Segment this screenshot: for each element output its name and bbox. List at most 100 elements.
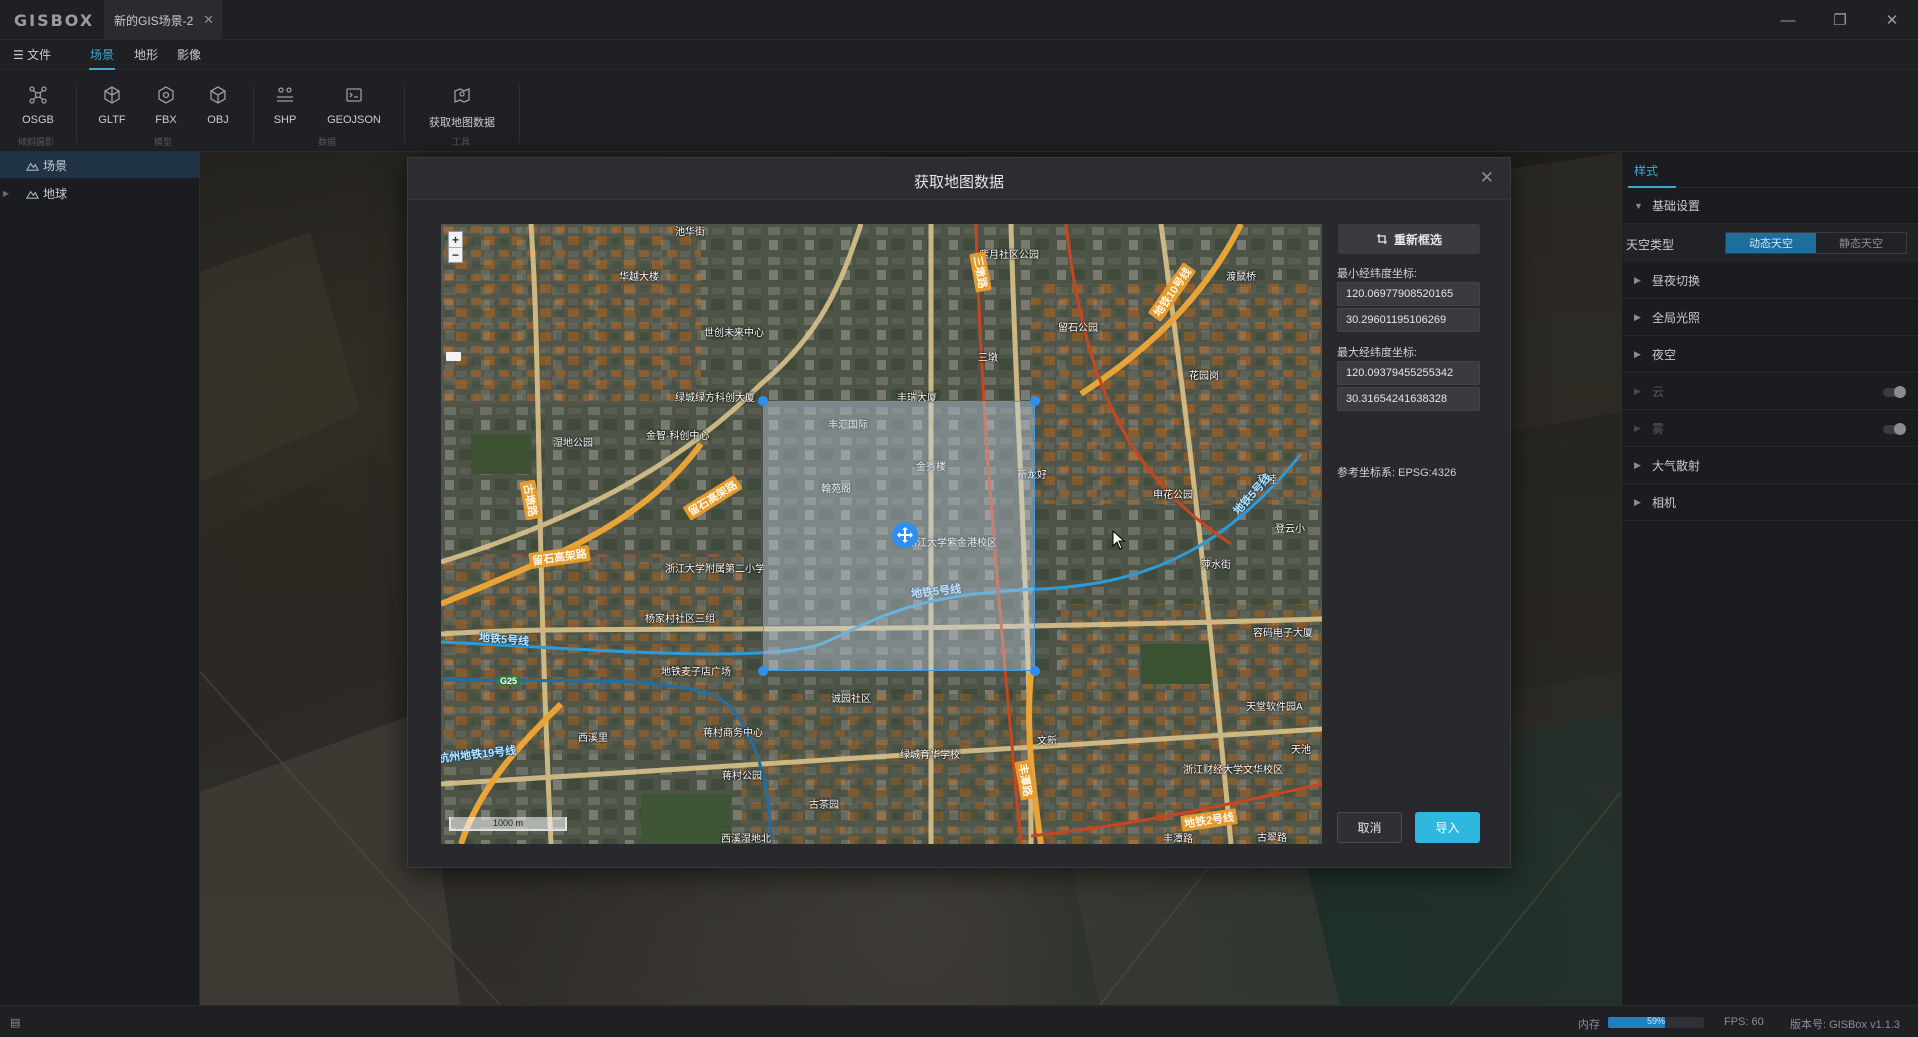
map-label: 申花公园 xyxy=(1153,490,1193,501)
map-label: 华越大楼 xyxy=(619,272,659,283)
cloud-toggle[interactable] xyxy=(1883,386,1906,398)
fbx-button[interactable]: FBX xyxy=(136,85,196,133)
ribbon-toolbar: OSGB 倾斜摄影 GLTF FBX OBJ 模型 SHP GEOJSON 数据 xyxy=(0,71,1918,152)
osgb-button[interactable]: OSGB xyxy=(8,85,68,133)
map-label: 地铁麦子店广场 xyxy=(661,667,731,678)
section-label: 夜空 xyxy=(1652,348,1677,362)
tree-item-label: 场景 xyxy=(43,158,68,173)
selection-handle-nw[interactable] xyxy=(758,396,768,406)
section-day-night[interactable]: ▶ 昼夜切换 xyxy=(1622,263,1918,299)
max-longitude-input[interactable] xyxy=(1337,361,1480,385)
sky-type-label: 天空类型 xyxy=(1626,238,1675,252)
cancel-button[interactable]: 取消 xyxy=(1337,812,1402,843)
tab-scene[interactable]: 场景 xyxy=(90,46,114,63)
toggle-knob xyxy=(1894,386,1906,398)
reselect-button[interactable]: 重新框选 xyxy=(1338,224,1480,254)
chevron-right-icon: ▶ xyxy=(1634,460,1641,470)
map-label: 古茶园 xyxy=(809,800,839,811)
zoom-in-button[interactable]: + xyxy=(449,232,462,247)
tab-style[interactable]: 样式 xyxy=(1634,162,1658,179)
map-canvas[interactable]: 池华街 华越大楼 世创未来中心 紫月社区公园 留石公园 渡鼠桥 绿城绿方科创大厦… xyxy=(441,224,1322,844)
section-night-sky[interactable]: ▶ 夜空 xyxy=(1622,337,1918,373)
file-menu-label: 文件 xyxy=(27,48,52,62)
tree-item-scene[interactable]: 场景 xyxy=(0,152,200,178)
tab-imagery[interactable]: 影像 xyxy=(177,46,201,63)
chevron-right-icon: ▶ xyxy=(1634,349,1641,359)
section-fog[interactable]: ▶ 雾 xyxy=(1622,411,1918,447)
obj-icon xyxy=(210,86,226,104)
map-label: 西溪湿地北 xyxy=(721,834,771,844)
title-bar: GISBOX 新的GIS场景-2 ✕ — ❐ ✕ xyxy=(0,0,1918,40)
obj-button[interactable]: OBJ xyxy=(188,85,248,133)
hamburger-icon: ☰ xyxy=(13,48,24,62)
section-basic-settings[interactable]: ▼ 基础设置 xyxy=(1622,188,1918,224)
map-label: 池华街 xyxy=(675,227,705,238)
earth-icon xyxy=(26,190,39,199)
section-label: 雾 xyxy=(1652,422,1665,436)
get-map-data-label: 获取地图数据 xyxy=(429,117,495,129)
group-divider xyxy=(253,85,254,143)
minimize-button[interactable]: — xyxy=(1762,0,1814,40)
zoom-out-button[interactable]: − xyxy=(449,247,462,262)
shp-button[interactable]: SHP xyxy=(255,85,315,133)
mouse-cursor-icon xyxy=(1112,530,1126,550)
sky-option-dynamic[interactable]: 动态天空 xyxy=(1726,233,1816,253)
crs-label: 参考坐标系: EPSG:4326 xyxy=(1337,467,1457,479)
memory-value: 59% xyxy=(1646,1016,1665,1026)
selection-handle-se[interactable] xyxy=(1030,666,1040,676)
group-label-data: 数据 xyxy=(318,137,337,147)
section-camera[interactable]: ▶ 相机 xyxy=(1622,485,1918,521)
selection-handle-ne[interactable] xyxy=(1030,396,1040,406)
map-label: 文新 xyxy=(1037,736,1057,747)
tree-item-earth[interactable]: ▶ 地球 xyxy=(0,180,200,206)
expand-arrow-icon[interactable]: ▶ xyxy=(0,189,12,198)
sky-option-static[interactable]: 静态天空 xyxy=(1816,233,1906,253)
section-label: 基础设置 xyxy=(1652,199,1701,213)
fog-toggle[interactable] xyxy=(1883,423,1906,435)
chevron-down-icon: ▼ xyxy=(1634,200,1643,211)
shp-label: SHP xyxy=(273,114,297,126)
crop-icon xyxy=(1376,234,1387,244)
map-label: 丰潭路 xyxy=(1163,834,1193,844)
document-tab[interactable]: 新的GIS场景-2 ✕ xyxy=(104,0,222,40)
close-icon[interactable]: ✕ xyxy=(1480,168,1494,188)
sky-type-segmented: 动态天空 静态天空 xyxy=(1725,232,1907,254)
version-label: 版本号: GISBox v1.1.3 xyxy=(1790,1019,1901,1031)
map-attribution-icon[interactable] xyxy=(446,352,461,361)
close-tab-icon[interactable]: ✕ xyxy=(203,12,214,28)
map-label: 登云小 xyxy=(1275,524,1305,535)
min-latitude-input[interactable] xyxy=(1337,308,1480,332)
section-cloud[interactable]: ▶ 云 xyxy=(1622,374,1918,410)
max-latitude-input[interactable] xyxy=(1337,387,1480,411)
map-label: 世创未来中心 xyxy=(704,328,764,339)
dialog-title: 获取地图数据 xyxy=(913,174,1004,191)
map-label: 萍水街 xyxy=(1201,560,1231,571)
close-window-button[interactable]: ✕ xyxy=(1866,0,1918,40)
section-atmosphere[interactable]: ▶ 大气散射 xyxy=(1622,448,1918,484)
group-label-oblique: 倾斜摄影 xyxy=(18,137,55,147)
map-label: 留石公园 xyxy=(1058,323,1098,334)
map-label: 金智·科创中心 xyxy=(646,431,710,442)
geojson-button[interactable]: GEOJSON xyxy=(324,85,384,133)
map-label: 蒋村公园 xyxy=(722,771,762,782)
section-label: 昼夜切换 xyxy=(1652,274,1701,288)
document-tab-label: 新的GIS场景-2 xyxy=(114,13,194,28)
min-longitude-input[interactable] xyxy=(1337,282,1480,306)
gltf-button[interactable]: GLTF xyxy=(82,85,142,133)
tab-terrain[interactable]: 地形 xyxy=(134,46,158,63)
restore-button[interactable]: ❐ xyxy=(1814,0,1866,40)
get-map-data-button[interactable]: 获取地图数据 xyxy=(422,85,502,133)
obj-label: OBJ xyxy=(207,114,229,126)
map-label: 花园岗 xyxy=(1189,371,1219,382)
map-label: 三墩 xyxy=(978,353,998,364)
move-selection-icon[interactable] xyxy=(892,522,918,548)
file-menu[interactable]: ☰ 文件 xyxy=(13,46,51,63)
geojson-icon xyxy=(346,88,362,102)
import-button[interactable]: 导入 xyxy=(1415,812,1480,843)
highway-shield: G25 xyxy=(497,676,521,686)
section-global-light[interactable]: ▶ 全局光照 xyxy=(1622,300,1918,336)
app-logo: GISBOX xyxy=(14,11,95,30)
min-coord-label: 最小经纬度坐标: xyxy=(1337,268,1418,280)
selection-handle-sw[interactable] xyxy=(758,666,768,676)
log-icon[interactable]: ▤ xyxy=(10,1016,20,1029)
